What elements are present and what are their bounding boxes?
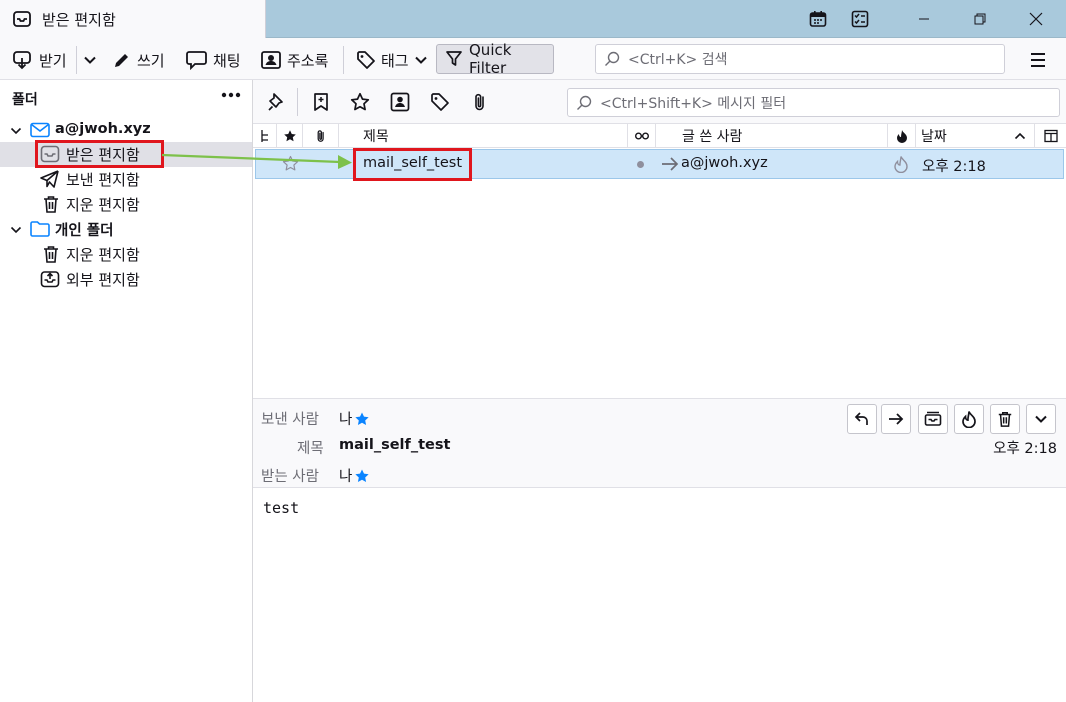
- folder-item-local-trash[interactable]: 지운 편지함: [0, 242, 252, 267]
- tab-inbox[interactable]: 받은 편지함: [0, 0, 266, 38]
- address-book-button[interactable]: 주소록: [256, 45, 332, 75]
- reply-button[interactable]: [847, 404, 877, 434]
- restore-icon[interactable]: [952, 0, 1008, 38]
- message-correspondent: a@jwoh.xyz: [681, 155, 768, 171]
- quick-filter-button[interactable]: Quick Filter: [436, 41, 554, 77]
- message-filter-input[interactable]: <Ctrl+Shift+K> 메시지 필터: [567, 88, 1060, 117]
- address-book-icon: [260, 50, 282, 70]
- attachment-column-icon[interactable]: [303, 124, 339, 148]
- message-list-pane: <Ctrl+Shift+K> 메시지 필터 제목 글 쓴 사람 날짜 mail_…: [253, 80, 1066, 398]
- date-column-header[interactable]: 날짜: [916, 124, 1035, 148]
- get-messages-button[interactable]: 받기: [8, 45, 71, 75]
- tag-filter-icon[interactable]: [430, 92, 450, 112]
- quick-filter-bar: <Ctrl+Shift+K> 메시지 필터: [253, 80, 1066, 124]
- read-status-column-icon[interactable]: [628, 124, 656, 148]
- contact-star-icon[interactable]: [354, 411, 370, 427]
- get-messages-dropdown[interactable]: [79, 45, 101, 75]
- mail-account-icon: [30, 122, 50, 138]
- title-bar: 받은 편지함: [0, 0, 1066, 38]
- folder-local[interactable]: 개인 폴더: [0, 217, 252, 242]
- junk-toggle-icon[interactable]: [893, 155, 909, 173]
- subject-value: mail_self_test: [339, 437, 451, 453]
- subject-column-header[interactable]: 제목: [339, 124, 628, 148]
- search-icon: [576, 95, 592, 111]
- thread-column-icon[interactable]: [253, 124, 277, 148]
- from-value[interactable]: 나: [339, 408, 370, 429]
- sticky-pin-icon[interactable]: [267, 92, 287, 112]
- chevron-down-icon[interactable]: [10, 224, 22, 236]
- minimize-icon[interactable]: [896, 0, 952, 38]
- star-filter-icon[interactable]: [350, 92, 370, 112]
- chevron-down-icon[interactable]: [10, 125, 22, 137]
- message-header-pane: 보낸 사람 나 제목 mail_self_test 받는 사람 나 오후 2:1…: [253, 398, 1066, 488]
- close-icon[interactable]: [1008, 0, 1064, 38]
- search-icon: [604, 51, 620, 67]
- more-actions-button[interactable]: [1026, 404, 1056, 434]
- column-picker-icon[interactable]: [1035, 124, 1066, 148]
- annotation-arrow: [161, 153, 352, 169]
- outbox-icon: [40, 270, 60, 288]
- folder-pane: 폴더 a@jwoh.xyz 받은 편지함 보낸 편지함 지운 편지함 개인 폴더…: [0, 80, 253, 702]
- tasks-icon[interactable]: [832, 0, 888, 38]
- message-date: 오후 2:18: [922, 159, 986, 175]
- table-row[interactable]: mail_self_test a@jwoh.xyz 오후 2:18: [255, 149, 1064, 179]
- trash-icon: [42, 245, 60, 263]
- to-value[interactable]: 나: [339, 465, 370, 486]
- folder-item-sent[interactable]: 보낸 편지함: [0, 167, 252, 192]
- folder-pane-menu-icon[interactable]: [220, 88, 242, 102]
- folder-icon: [30, 221, 50, 237]
- archive-button[interactable]: [918, 404, 948, 434]
- junk-button[interactable]: [954, 404, 984, 434]
- tab-title: 받은 편지함: [42, 10, 116, 29]
- forward-button[interactable]: [881, 404, 911, 434]
- star-column-icon[interactable]: [277, 124, 303, 148]
- filter-icon: [445, 50, 463, 68]
- chevron-down-icon: [83, 53, 97, 67]
- app-menu-button[interactable]: [1024, 45, 1052, 75]
- main-toolbar: 받기 쓰기 채팅 주소록 태그 Quick Filter <Ctrl+K> 검색: [0, 38, 1066, 80]
- chevron-down-icon: [414, 53, 428, 67]
- correspondent-column-header[interactable]: 글 쓴 사람: [656, 124, 888, 148]
- contact-filter-icon[interactable]: [390, 92, 410, 112]
- outgoing-arrow-icon: [661, 156, 679, 172]
- delete-button[interactable]: [990, 404, 1020, 434]
- unread-filter-icon[interactable]: [311, 92, 331, 112]
- contact-star-icon[interactable]: [354, 468, 370, 484]
- inbox-icon: [12, 9, 32, 29]
- from-label: 보낸 사람: [261, 412, 319, 428]
- tag-icon: [356, 50, 376, 70]
- folder-account[interactable]: a@jwoh.xyz: [0, 118, 252, 143]
- message-subject: mail_self_test: [363, 155, 463, 171]
- message-body-pane: test: [253, 489, 1066, 702]
- subject-label: 제목: [297, 441, 324, 457]
- attachment-filter-icon[interactable]: [470, 92, 490, 112]
- column-header-row: 제목 글 쓴 사람 날짜: [253, 124, 1066, 148]
- hamburger-menu-icon: [1029, 52, 1047, 68]
- global-search-input[interactable]: <Ctrl+K> 검색: [595, 44, 1005, 74]
- sort-ascending-icon: [1014, 131, 1026, 141]
- chat-icon: [186, 50, 208, 70]
- send-icon: [40, 170, 60, 188]
- message-date-header: 오후 2:18: [993, 441, 1057, 457]
- chat-button[interactable]: 채팅: [182, 45, 245, 75]
- folder-item-trash[interactable]: 지운 편지함: [0, 192, 252, 217]
- trash-icon: [42, 195, 60, 213]
- tag-button[interactable]: 태그: [352, 45, 432, 75]
- read-dot-icon[interactable]: [637, 161, 644, 168]
- download-icon: [12, 50, 34, 70]
- to-label: 받는 사람: [261, 469, 319, 485]
- inbox-icon: [40, 145, 60, 163]
- folder-pane-header: 폴더: [12, 92, 38, 108]
- write-button[interactable]: 쓰기: [108, 45, 169, 75]
- junk-column-icon[interactable]: [888, 124, 916, 148]
- folder-item-outbox[interactable]: 외부 편지함: [0, 267, 252, 292]
- pencil-icon: [112, 50, 132, 70]
- message-body-text: test: [263, 499, 300, 517]
